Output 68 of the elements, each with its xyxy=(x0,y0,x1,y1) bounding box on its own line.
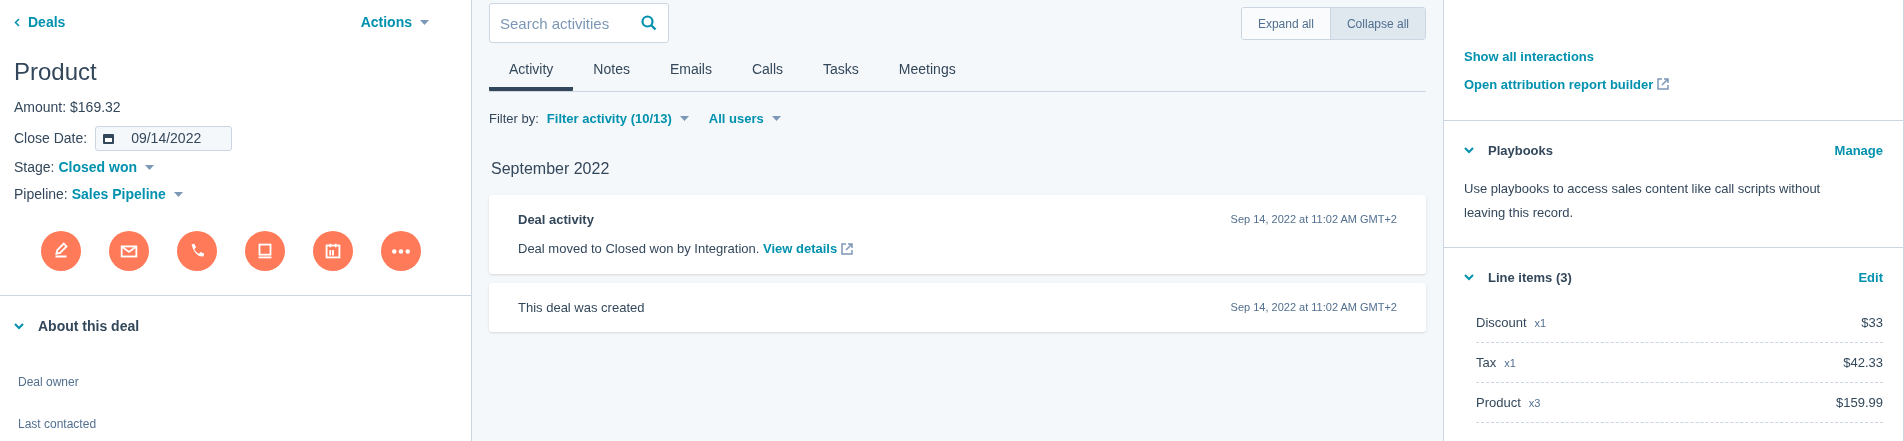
panel-link[interactable]: Open attribution report builder xyxy=(1464,74,1670,94)
close-date-label: Close Date: xyxy=(14,129,88,148)
line-item-quantity: x3 xyxy=(1528,395,1541,411)
property-label: Deal owner xyxy=(18,374,80,391)
tab[interactable]: Activity xyxy=(489,52,574,91)
line-item-name: Product xyxy=(1476,393,1521,412)
action-button[interactable] xyxy=(244,231,285,271)
view-details-link[interactable]: View details xyxy=(763,239,854,259)
toggle-button[interactable]: Expand all xyxy=(1241,8,1330,39)
action-button[interactable] xyxy=(380,231,421,271)
search-field[interactable]: Search activities xyxy=(489,3,669,43)
filter-label: Filter by: xyxy=(489,110,539,128)
filter-dropdown[interactable]: Filter activity (10/13) xyxy=(546,109,689,129)
activity-title: Deal activity xyxy=(518,210,594,229)
action-button[interactable] xyxy=(108,231,149,271)
section-title[interactable]: About this deal xyxy=(38,316,140,337)
caret-icon xyxy=(771,116,781,122)
actions-dropdown[interactable]: Actions xyxy=(360,12,429,33)
month-heading: September 2022 xyxy=(491,158,611,179)
property-label: Last contacted xyxy=(18,416,98,433)
line-item-price: $42.33 xyxy=(1843,353,1883,372)
users-dropdown[interactable]: All users xyxy=(708,109,781,129)
panel-link[interactable]: Show all interactions xyxy=(1464,47,1595,67)
section-title[interactable]: Playbooks xyxy=(1488,141,1554,161)
calendar-icon xyxy=(102,132,116,145)
playbooks-description: Use playbooks to access sales content like call scripts without leaving this record. xyxy=(1464,179,1822,222)
chevron-icon[interactable] xyxy=(1464,147,1474,155)
section-action-link[interactable]: Manage xyxy=(1834,141,1883,161)
line-item-quantity: x1 xyxy=(1504,355,1516,371)
back-chevron-icon xyxy=(14,18,20,27)
activity-time: Sep 14, 2022 at 11:02 AM GMT+2 xyxy=(1230,212,1397,227)
back-link[interactable]: Deals xyxy=(14,12,66,33)
stage-dropdown[interactable]: Closed won xyxy=(58,157,155,178)
section-title[interactable]: Line items (3) xyxy=(1488,267,1572,287)
close-date-field[interactable]: 09/14/2022 xyxy=(95,126,233,151)
record-title: Product xyxy=(14,57,98,87)
caret-icon xyxy=(145,165,155,170)
pipeline-dropdown[interactable]: Sales Pipeline xyxy=(71,184,183,205)
line-item-quantity: x1 xyxy=(1534,315,1547,331)
amount-text: Amount: $169.32 xyxy=(14,98,122,117)
tab[interactable]: Emails xyxy=(649,52,732,91)
tab[interactable]: Calls xyxy=(731,52,804,91)
search-icon xyxy=(641,15,657,31)
caret-icon xyxy=(173,192,183,197)
action-button[interactable] xyxy=(176,231,217,271)
activity-time: Sep 14, 2022 at 11:02 AM GMT+2 xyxy=(1230,300,1397,315)
pipeline-label: Pipeline: xyxy=(14,185,68,204)
tab[interactable]: Meetings xyxy=(878,52,976,91)
external-link-icon xyxy=(1657,78,1670,91)
chevron-icon[interactable] xyxy=(14,323,24,330)
stage-label: Stage: xyxy=(14,158,55,177)
activity-description: Deal moved to Closed won by Integration. View details xyxy=(518,239,1397,259)
tab[interactable]: Tasks xyxy=(803,52,879,91)
caret-icon xyxy=(420,20,429,25)
caret-icon xyxy=(679,116,689,122)
line-item-name: Discount xyxy=(1476,313,1527,332)
chevron-icon[interactable] xyxy=(1464,273,1474,281)
line-item-price: $159.99 xyxy=(1836,393,1883,412)
more-icon xyxy=(391,248,410,254)
external-link-icon xyxy=(841,242,854,255)
toggle-button[interactable]: Collapse all xyxy=(1329,8,1425,39)
line-item-price: $33 xyxy=(1861,313,1883,332)
line-item-name: Tax xyxy=(1476,353,1497,372)
action-button[interactable] xyxy=(40,231,81,271)
section-action-link[interactable]: Edit xyxy=(1858,267,1883,287)
tab[interactable]: Notes xyxy=(573,52,650,91)
activity-description: This deal was created xyxy=(518,298,645,317)
action-button[interactable] xyxy=(312,231,353,271)
